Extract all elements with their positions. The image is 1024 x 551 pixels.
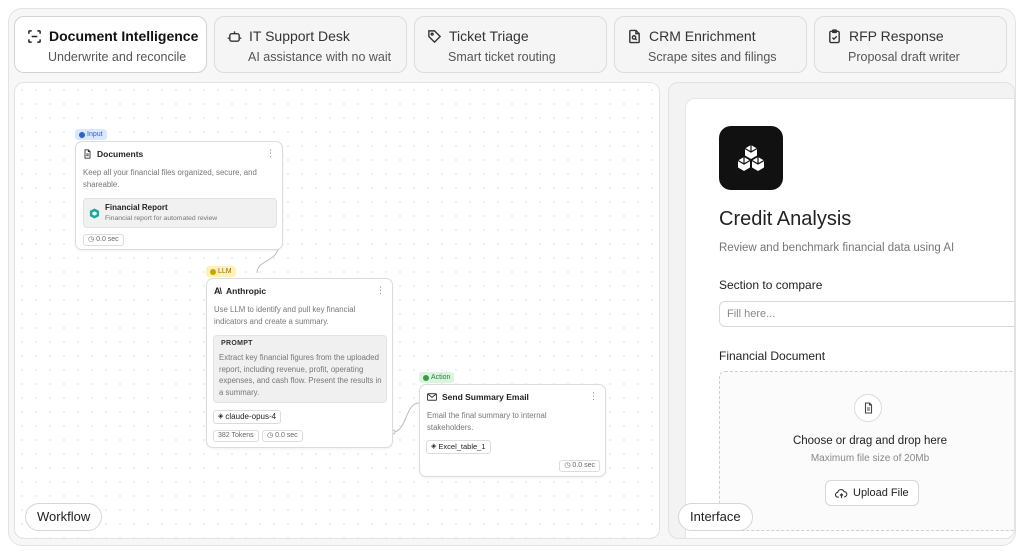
dropzone-subtitle: Maximum file size of 20Mb	[810, 453, 930, 464]
llm-badge: LLM	[206, 266, 236, 277]
app-logo	[719, 126, 783, 190]
info-dot-icon	[210, 268, 216, 275]
time-chip: ◷ 0.0 sec	[262, 430, 303, 442]
tab-crm-enrichment[interactable]: CRM Enrichment Scrape sites and filings	[614, 16, 807, 73]
dropzone-title: Choose or drag and drop here	[792, 435, 948, 447]
mail-icon	[427, 393, 437, 401]
time-label: 0.0 sec	[96, 236, 119, 243]
node-header: A\ Anthropic	[214, 286, 266, 296]
tab-title: Ticket Triage	[449, 28, 529, 44]
node-description: Email the final summary to internal stak…	[427, 411, 547, 432]
file-upload-icon	[854, 394, 882, 422]
badge-label: Action	[431, 374, 451, 381]
document-label: Financial Document	[719, 349, 826, 363]
action-badge: Action	[419, 372, 455, 383]
file-icon	[84, 149, 91, 159]
info-dot-icon	[423, 374, 429, 381]
tab-title-wrap: RFP Response	[827, 28, 944, 44]
workflow-label[interactable]: Workflow	[25, 503, 103, 531]
interface-card: Credit Analysis Review and benchmark fin…	[685, 98, 1014, 538]
tab-it-support-desk[interactable]: IT Support Desk AI assistance with no wa…	[214, 16, 407, 73]
tab-title: CRM Enrichment	[649, 28, 756, 44]
prompt-box[interactable]: PROMPT Extract key financial figures fro…	[213, 335, 387, 403]
file-search-icon	[629, 29, 640, 43]
upload-file-label: Upload File	[853, 487, 909, 499]
tag-icon	[428, 29, 442, 43]
input-badge: Input	[75, 129, 107, 140]
time-chip: ◷ 0.0 sec	[83, 234, 124, 246]
tokens-label: 382 Tokens	[218, 432, 254, 439]
attachment-label: Excel_table_1	[438, 442, 486, 451]
tab-subtitle: Scrape sites and filings	[648, 50, 777, 64]
prompt-label: PROMPT	[221, 340, 253, 347]
info-dot-icon	[79, 131, 85, 138]
model-label: claude-opus-4	[225, 412, 277, 421]
node-title: Documents	[97, 149, 144, 159]
more-vertical-icon[interactable]: ⋮	[589, 391, 598, 402]
section-input[interactable]	[719, 301, 1014, 327]
file-dropzone[interactable]: Choose or drag and drop here Maximum fil…	[719, 371, 1014, 531]
clipboard-check-icon	[829, 28, 840, 43]
tab-title-wrap: IT Support Desk	[227, 28, 350, 44]
tab-title: IT Support Desk	[249, 28, 350, 44]
node-header: Documents	[83, 149, 143, 159]
time-label: 0.0 sec	[572, 462, 595, 469]
model-chip[interactable]: ◈ claude-opus-4	[213, 410, 282, 424]
tokens-chip: 382 Tokens	[213, 430, 259, 442]
tab-ticket-triage[interactable]: Ticket Triage Smart ticket routing	[414, 16, 607, 73]
node-title: Send Summary Email	[442, 392, 529, 402]
node-header: Send Summary Email	[427, 392, 529, 402]
interface-subtitle: Review and benchmark financial data usin…	[719, 242, 955, 254]
workflow-canvas[interactable]: Input Documents ⋮ Keep all your financia…	[14, 82, 660, 539]
more-vertical-icon[interactable]: ⋮	[266, 148, 275, 159]
node-description: Keep all your financial files organized,…	[83, 168, 257, 189]
badge-label: LLM	[218, 268, 232, 275]
tab-title-wrap: Ticket Triage	[427, 28, 529, 44]
clock-icon: ◷	[88, 236, 95, 243]
file-card[interactable]: Financial Report Financial report for au…	[83, 198, 277, 228]
bot-icon	[227, 30, 242, 42]
time-label: 0.0 sec	[275, 432, 298, 439]
tab-title: Document Intelligence	[49, 28, 199, 44]
file-description: Financial report for automated review	[105, 215, 218, 222]
more-vertical-icon[interactable]: ⋮	[376, 285, 385, 296]
tab-title-wrap: CRM Enrichment	[627, 28, 756, 44]
anthropic-node[interactable]: A\ Anthropic ⋮ Use LLM to identify and p…	[206, 278, 393, 448]
section-label: Section to compare	[719, 278, 823, 292]
tab-subtitle: Proposal draft writer	[848, 50, 960, 64]
tab-document-intelligence[interactable]: Document Intelligence Underwrite and rec…	[14, 16, 207, 73]
file-type-icon	[89, 208, 100, 219]
cloud-upload-icon	[835, 488, 848, 498]
tab-title: RFP Response	[849, 28, 944, 44]
tab-subtitle: AI assistance with no wait	[248, 50, 392, 64]
cubes-logo-icon	[737, 145, 765, 171]
tab-subtitle: Underwrite and reconcile	[48, 50, 187, 64]
interface-panel: Credit Analysis Review and benchmark fin…	[668, 82, 1015, 539]
badge-label: Input	[87, 131, 103, 138]
anthropic-logo-icon: A\	[214, 286, 222, 296]
attachment-chip[interactable]: ◈ Excel_table_1	[426, 440, 491, 454]
layers-icon: ◈	[218, 413, 224, 420]
node-title: Anthropic	[226, 286, 267, 296]
scan-text-icon	[28, 29, 41, 43]
tab-rfp-response[interactable]: RFP Response Proposal draft writer	[814, 16, 1007, 73]
clock-icon: ◷	[267, 432, 274, 439]
documents-node[interactable]: Documents ⋮ Keep all your financial file…	[75, 141, 283, 250]
layers-icon: ◈	[431, 443, 437, 450]
time-chip: ◷ 0.0 sec	[559, 460, 600, 472]
node-description: Use LLM to identify and pull key financi…	[214, 305, 356, 326]
clock-icon: ◷	[564, 462, 571, 469]
tab-subtitle: Smart ticket routing	[448, 50, 556, 64]
prompt-text: Extract key financial figures from the u…	[219, 353, 382, 397]
file-title: Financial Report	[105, 203, 168, 212]
send-email-node[interactable]: Send Summary Email ⋮ Email the final sum…	[419, 384, 606, 477]
tab-title-wrap: Document Intelligence	[27, 28, 198, 44]
upload-file-button[interactable]: Upload File	[825, 480, 919, 506]
interface-label[interactable]: Interface	[678, 503, 753, 531]
interface-title: Credit Analysis	[719, 208, 852, 230]
